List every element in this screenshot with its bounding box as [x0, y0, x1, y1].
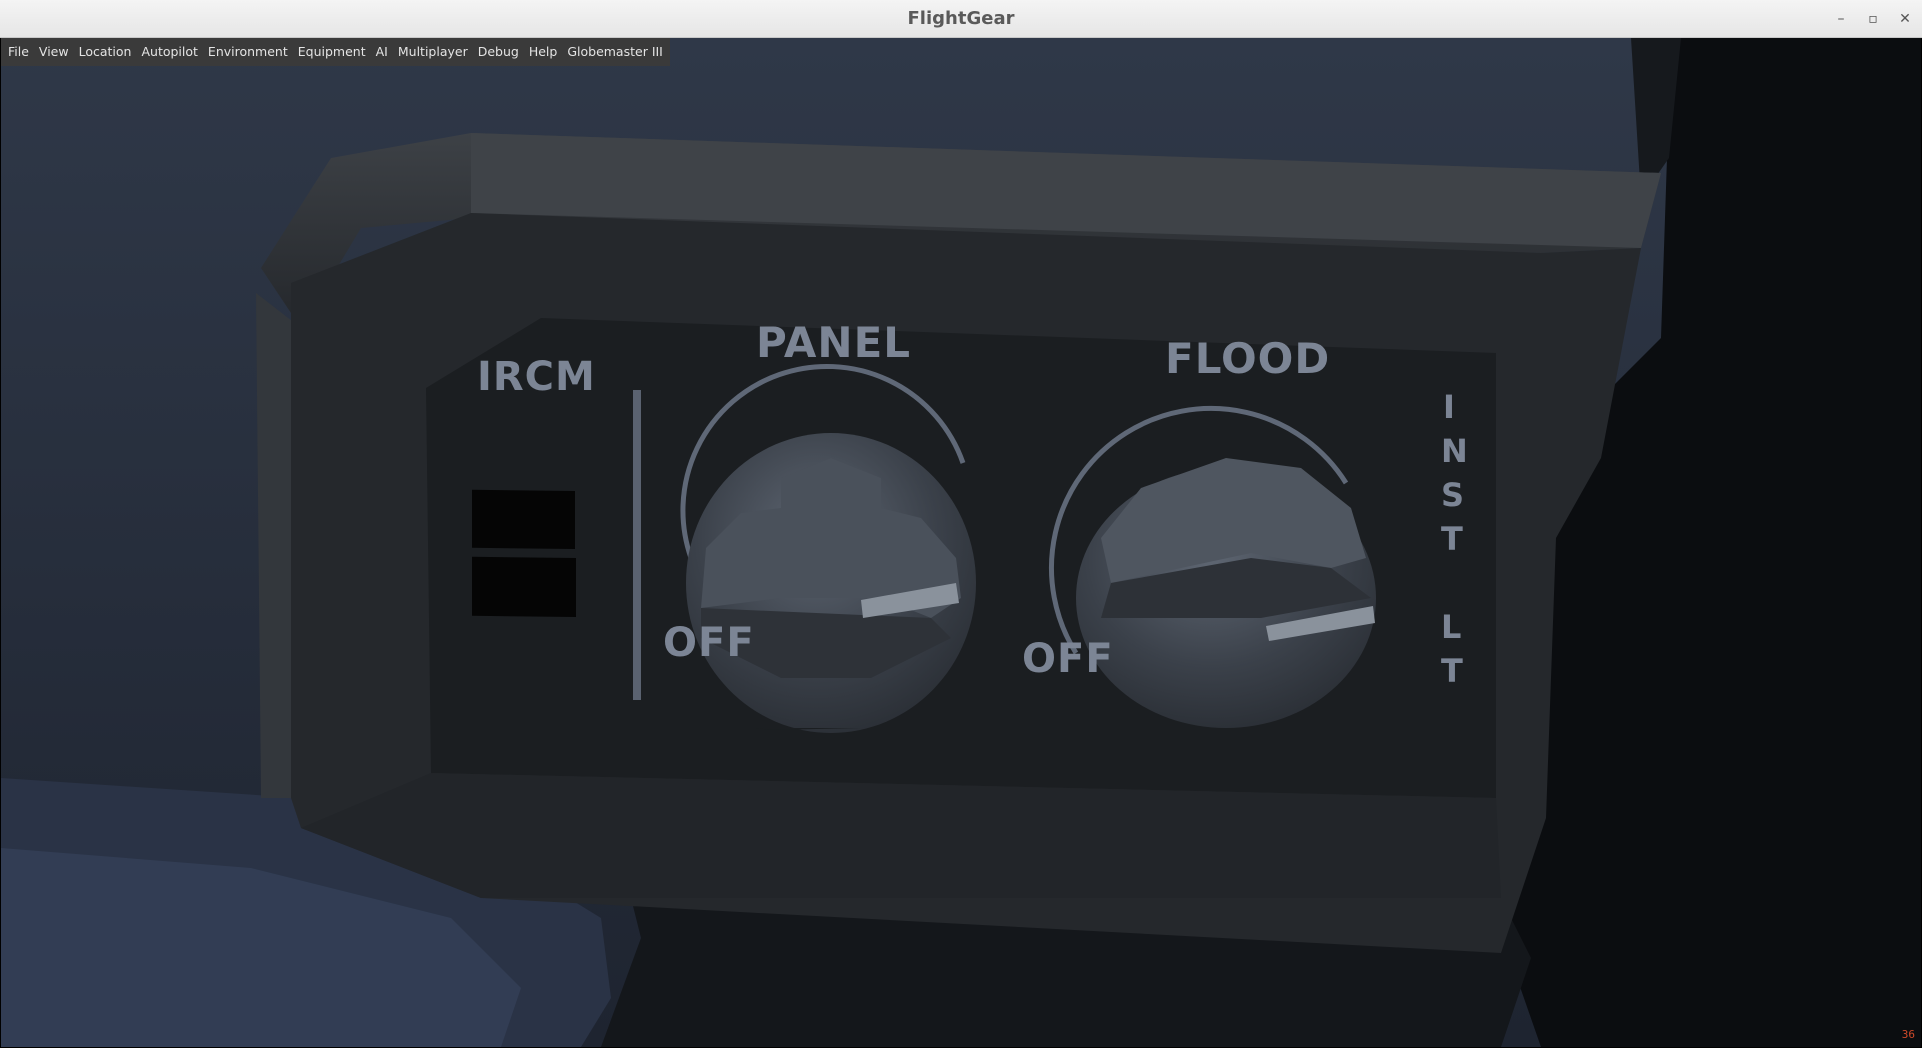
inst-lt-letter: T: [1441, 520, 1464, 558]
panel-off-label: OFF: [663, 620, 755, 666]
flood-off-label: OFF: [1022, 636, 1114, 682]
cockpit-scene[interactable]: [1, 38, 1921, 1047]
panel-light-knob[interactable]: [686, 433, 976, 733]
menu-autopilot[interactable]: Autopilot: [136, 38, 202, 66]
menu-location[interactable]: Location: [74, 38, 137, 66]
menu-globemaster[interactable]: Globemaster III: [562, 38, 668, 66]
menu-debug[interactable]: Debug: [473, 38, 524, 66]
inst-lt-letter: L: [1441, 608, 1463, 646]
menu-view[interactable]: View: [34, 38, 74, 66]
close-icon[interactable]: ✕: [1898, 11, 1912, 27]
window-controls: – ▫ ✕: [1834, 0, 1912, 37]
window-title: FlightGear: [907, 8, 1015, 29]
fps-counter: 36: [1901, 1028, 1915, 1041]
menu-bar: File View Location Autopilot Environment…: [1, 38, 670, 66]
menu-help[interactable]: Help: [524, 38, 563, 66]
flood-knob-label: FLOOD: [1165, 334, 1331, 383]
menu-environment[interactable]: Environment: [203, 38, 293, 66]
inst-lt-letter: N: [1441, 432, 1469, 470]
panel-knob-label: PANEL: [756, 318, 912, 367]
menu-equipment[interactable]: Equipment: [293, 38, 371, 66]
inst-lt-letter: S: [1441, 476, 1466, 514]
3d-cockpit-view[interactable]: IRCM PANEL OFF FLOOD OFF I N S T L T 36: [1, 38, 1921, 1047]
window-titlebar[interactable]: FlightGear – ▫ ✕: [0, 0, 1922, 38]
menu-file[interactable]: File: [3, 38, 34, 66]
inst-lt-letter: I: [1443, 388, 1456, 426]
menu-multiplayer[interactable]: Multiplayer: [393, 38, 473, 66]
ircm-label: IRCM: [477, 354, 596, 400]
maximize-icon[interactable]: ▫: [1866, 11, 1880, 27]
menu-ai[interactable]: AI: [371, 38, 393, 66]
inst-lt-letter: T: [1441, 652, 1464, 690]
minimize-icon[interactable]: –: [1834, 11, 1848, 27]
